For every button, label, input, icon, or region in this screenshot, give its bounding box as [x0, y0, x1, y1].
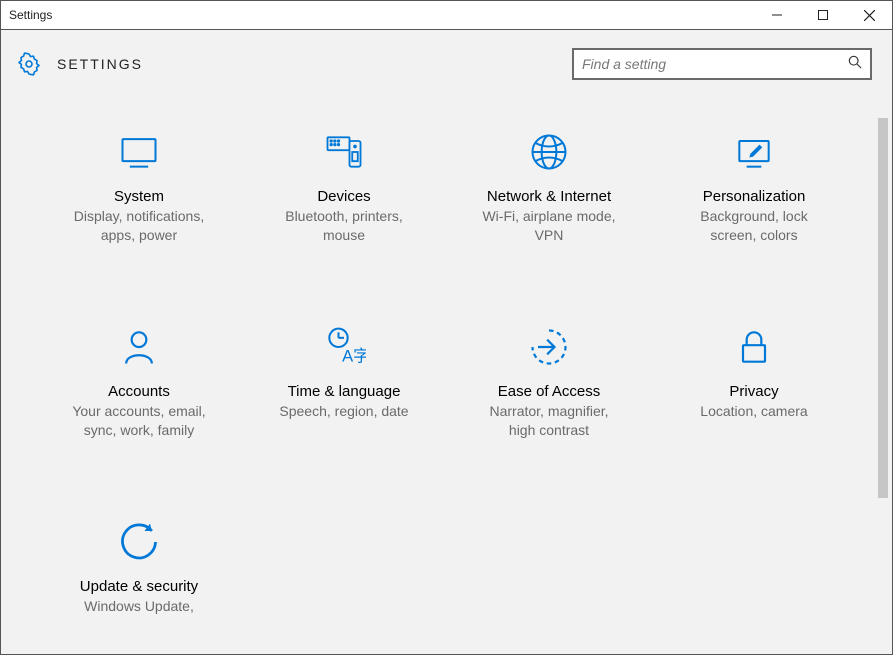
scrollbar[interactable] — [876, 118, 890, 652]
tile-accounts[interactable]: Accounts Your accounts, email, sync, work… — [37, 325, 242, 440]
svg-text:A字: A字 — [342, 346, 366, 365]
tile-desc: Background, lock screen, colors — [700, 207, 807, 245]
search-icon — [848, 55, 862, 74]
header-left: SETTINGS — [17, 52, 143, 76]
tile-title: Update & security — [80, 578, 198, 595]
devices-icon — [322, 130, 366, 174]
tile-title: Ease of Access — [498, 383, 601, 400]
tile-desc: Speech, region, date — [279, 402, 408, 421]
close-button[interactable] — [846, 1, 892, 29]
scrollbar-thumb[interactable] — [878, 118, 888, 498]
content-area: System Display, notifications, apps, powe… — [1, 90, 892, 654]
network-icon — [527, 130, 571, 174]
tile-personalization[interactable]: Personalization Background, lock screen, … — [652, 130, 857, 245]
tile-desc: Bluetooth, printers, mouse — [285, 207, 403, 245]
minimize-button[interactable] — [754, 1, 800, 29]
tile-system[interactable]: System Display, notifications, apps, powe… — [37, 130, 242, 245]
tile-title: Network & Internet — [487, 188, 611, 205]
tile-title: Time & language — [288, 383, 401, 400]
tile-update[interactable]: Update & security Windows Update, — [37, 520, 242, 616]
tile-privacy[interactable]: Privacy Location, camera — [652, 325, 857, 440]
gear-icon — [17, 52, 41, 76]
window-body: SETTINGS System Display, notifications, a… — [0, 30, 893, 655]
tile-title: System — [114, 188, 164, 205]
ease-icon — [527, 325, 571, 369]
maximize-icon — [818, 10, 828, 20]
personalization-icon — [732, 130, 776, 174]
system-icon — [117, 130, 161, 174]
window-title: Settings — [9, 8, 52, 22]
header: SETTINGS — [1, 30, 892, 90]
tile-desc: Wi-Fi, airplane mode, VPN — [482, 207, 615, 245]
tile-desc: Windows Update, — [84, 597, 194, 616]
tile-network[interactable]: Network & Internet Wi-Fi, airplane mode, … — [447, 130, 652, 245]
tile-title: Personalization — [703, 188, 806, 205]
window-controls — [754, 1, 892, 29]
tile-desc: Display, notifications, apps, power — [74, 207, 204, 245]
search-box[interactable] — [572, 48, 872, 80]
tile-desc: Your accounts, email, sync, work, family — [72, 402, 205, 440]
maximize-button[interactable] — [800, 1, 846, 29]
close-icon — [864, 10, 875, 21]
page-title: SETTINGS — [57, 56, 143, 72]
tile-time[interactable]: A字 Time & language Speech, region, date — [242, 325, 447, 440]
titlebar: Settings — [0, 0, 893, 30]
tile-desc: Location, camera — [700, 402, 807, 421]
tile-ease[interactable]: Ease of Access Narrator, magnifier, high … — [447, 325, 652, 440]
update-icon — [117, 520, 161, 564]
minimize-icon — [772, 10, 782, 20]
tile-desc: Narrator, magnifier, high contrast — [489, 402, 608, 440]
tile-title: Devices — [317, 188, 370, 205]
tile-title: Privacy — [729, 383, 778, 400]
time-icon: A字 — [322, 325, 366, 369]
tile-title: Accounts — [108, 383, 170, 400]
search-input[interactable] — [582, 56, 848, 72]
privacy-icon — [732, 325, 776, 369]
accounts-icon — [117, 325, 161, 369]
settings-grid: System Display, notifications, apps, powe… — [37, 130, 857, 615]
tile-devices[interactable]: Devices Bluetooth, printers, mouse — [242, 130, 447, 245]
